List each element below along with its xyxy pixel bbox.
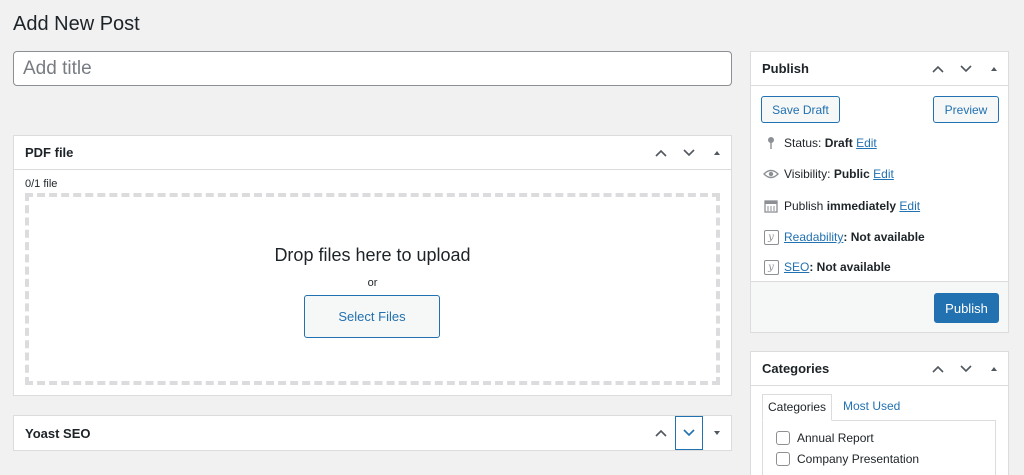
save-draft-button[interactable]: Save Draft xyxy=(761,96,840,123)
seo-value: : Not available xyxy=(809,260,891,274)
move-down-button[interactable] xyxy=(675,416,703,450)
visibility-row: Visibility: Public Edit xyxy=(762,166,894,182)
chevron-down-icon xyxy=(960,64,972,72)
edit-visibility-link[interactable]: Edit xyxy=(873,167,894,181)
yoast-seo-title: Yoast SEO xyxy=(25,425,91,441)
seo-row: y SEO: Not available xyxy=(762,259,891,275)
move-down-button[interactable] xyxy=(675,136,703,169)
publish-button[interactable]: Publish xyxy=(934,293,999,323)
toggle-panel-button[interactable] xyxy=(980,352,1008,385)
pin-icon xyxy=(762,135,780,151)
category-label: Annual Report xyxy=(797,431,874,445)
categories-title: Categories xyxy=(762,361,830,376)
categories-metabox: Categories Categories Most Used Annual R… xyxy=(750,351,1009,475)
pdf-file-metabox: PDF file 0/1 file Drop files here to upl… xyxy=(13,135,732,396)
yoast-seo-header: Yoast SEO xyxy=(14,416,731,450)
pdf-file-header: PDF file xyxy=(14,136,731,170)
chevron-up-icon xyxy=(655,429,667,437)
move-up-button[interactable] xyxy=(647,416,675,450)
category-checkbox[interactable] xyxy=(776,452,790,466)
category-item: Company Presentation xyxy=(776,452,919,466)
file-count: 0/1 file xyxy=(25,178,58,190)
post-title-input[interactable] xyxy=(13,51,732,86)
move-down-button[interactable] xyxy=(952,52,980,85)
publish-actions: Publish xyxy=(751,281,1008,332)
triangle-toggle-icon xyxy=(991,366,997,371)
drop-files-text: Drop files here to upload xyxy=(274,245,471,265)
category-checkbox[interactable] xyxy=(776,431,790,445)
toggle-panel-button[interactable] xyxy=(703,136,731,169)
readability-link[interactable]: Readability xyxy=(784,230,843,244)
tab-most-used[interactable]: Most Used xyxy=(843,394,900,421)
seo-link[interactable]: SEO xyxy=(784,260,809,274)
publish-title: Publish xyxy=(762,61,809,76)
triangle-toggle-icon xyxy=(714,431,720,435)
publish-header: Publish xyxy=(751,52,1008,86)
move-down-button[interactable] xyxy=(952,352,980,385)
chevron-up-icon xyxy=(932,365,944,373)
schedule-row: Publish immediately Edit xyxy=(762,198,920,214)
chevron-up-icon xyxy=(655,149,667,157)
categories-header: Categories xyxy=(751,352,1008,386)
toggle-panel-button[interactable] xyxy=(980,52,1008,85)
chevron-up-icon xyxy=(932,65,944,73)
category-item: Annual Report xyxy=(776,431,874,445)
schedule-value: immediately xyxy=(826,199,897,213)
triangle-toggle-icon xyxy=(991,66,997,71)
pdf-file-title: PDF file xyxy=(25,145,74,160)
status-value: Draft xyxy=(824,136,853,150)
edit-schedule-link[interactable]: Edit xyxy=(899,199,920,213)
or-text: or xyxy=(367,277,378,289)
edit-status-link[interactable]: Edit xyxy=(856,136,877,150)
select-files-button[interactable]: Select Files xyxy=(304,295,440,338)
status-label: Status: xyxy=(784,136,822,150)
readability-value: : Not available xyxy=(843,230,925,244)
chevron-down-icon xyxy=(960,364,972,372)
tab-categories[interactable]: Categories xyxy=(762,394,833,421)
yoast-seo-metabox: Yoast SEO xyxy=(13,415,732,451)
eye-icon xyxy=(762,166,780,182)
page-title: Add New Post xyxy=(13,13,140,35)
yoast-icon: y xyxy=(763,259,779,275)
visibility-label: Visibility: xyxy=(784,167,831,181)
readability-row: y Readability: Not available xyxy=(762,229,925,245)
chevron-down-icon xyxy=(683,429,695,437)
yoast-icon: y xyxy=(763,229,779,245)
toggle-panel-button[interactable] xyxy=(703,416,731,450)
move-up-button[interactable] xyxy=(924,52,952,85)
status-row: Status: Draft Edit xyxy=(762,135,877,151)
chevron-down-icon xyxy=(683,148,695,156)
move-up-button[interactable] xyxy=(924,352,952,385)
category-checklist: Annual Report Company Presentation xyxy=(762,420,996,475)
move-up-button[interactable] xyxy=(647,136,675,169)
preview-button[interactable]: Preview xyxy=(933,96,999,123)
visibility-value: Public xyxy=(833,167,870,181)
triangle-toggle-icon xyxy=(714,150,720,155)
schedule-label: Publish xyxy=(784,199,824,213)
calendar-icon xyxy=(762,198,780,214)
category-label: Company Presentation xyxy=(797,452,920,466)
file-drop-zone[interactable]: Drop files here to upload or Select File… xyxy=(25,193,720,385)
publish-metabox: Publish Save Draft Preview Status: Draft… xyxy=(750,51,1009,333)
